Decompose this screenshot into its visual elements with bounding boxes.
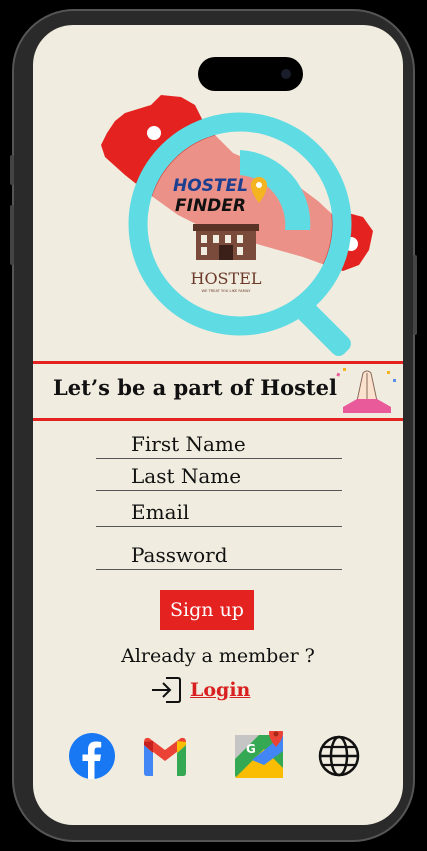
welcome-banner: Let’s be a part of Hostel bbox=[33, 361, 403, 421]
gmail-icon[interactable] bbox=[140, 731, 190, 781]
phone-side-button bbox=[10, 155, 14, 185]
svg-text:G: G bbox=[246, 742, 256, 756]
email-label: Email bbox=[131, 500, 190, 524]
hostel-text: HOSTEL bbox=[190, 269, 261, 288]
google-maps-icon[interactable]: G bbox=[234, 731, 284, 781]
last-name-field[interactable]: Last Name bbox=[96, 461, 342, 491]
already-member-text: Already a member ? bbox=[121, 645, 315, 667]
phone-side-button bbox=[413, 255, 417, 335]
dynamic-island bbox=[198, 57, 303, 91]
phone-side-button bbox=[10, 205, 14, 265]
banner-title: Let’s be a part of Hostel bbox=[53, 375, 337, 400]
signup-button[interactable]: Sign up bbox=[160, 590, 254, 630]
email-field[interactable]: Email bbox=[96, 497, 342, 527]
globe-icon[interactable] bbox=[314, 731, 364, 781]
password-field[interactable]: Password bbox=[96, 540, 342, 570]
brand-text-line2: FINDER bbox=[175, 196, 246, 216]
first-name-label: First Name bbox=[131, 432, 246, 456]
facebook-icon[interactable] bbox=[67, 731, 117, 781]
namaste-hands-icon bbox=[336, 368, 396, 413]
first-name-field[interactable]: First Name bbox=[96, 428, 342, 459]
login-row[interactable]: Login bbox=[150, 675, 250, 705]
app-screen: HOSTEL FINDER HOSTEL WE TREAT YOU LIKE F… bbox=[33, 25, 403, 825]
brand-text-line1: HOSTEL bbox=[173, 176, 248, 196]
logo-tagline: WE TREAT YOU LIKE FAMILY bbox=[202, 289, 252, 293]
password-label: Password bbox=[131, 543, 228, 567]
login-arrow-icon[interactable] bbox=[150, 675, 182, 705]
last-name-label: Last Name bbox=[131, 464, 242, 488]
login-link[interactable]: Login bbox=[190, 679, 250, 701]
